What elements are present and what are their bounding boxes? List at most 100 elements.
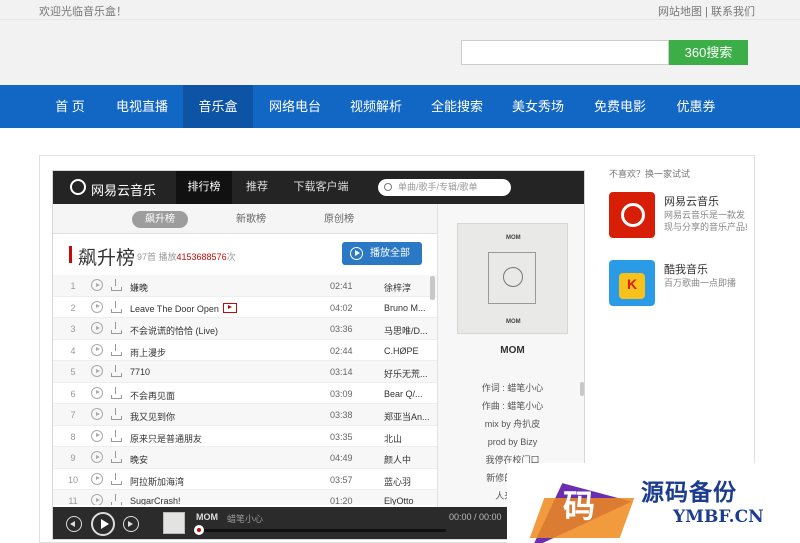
song-duration: 04:02 (330, 302, 353, 313)
app-kuwo-music[interactable]: K 酷我音乐 百万歌曲一点即播 (609, 260, 749, 308)
table-row[interactable]: 1 嫌晚 02:41 徐梓淳 (53, 275, 437, 297)
subtab-new-songs[interactable]: 新歌榜 (223, 211, 279, 228)
song-artist[interactable]: ElyOtto (384, 496, 432, 505)
song-name-text: 我又见到你 (130, 412, 176, 422)
play-icon[interactable] (91, 472, 103, 485)
download-icon[interactable] (110, 451, 122, 463)
song-artist[interactable]: 徐梓淳 (384, 281, 432, 294)
play-icon[interactable] (91, 279, 103, 291)
search-button[interactable]: 360搜索 (669, 40, 748, 65)
mv-icon[interactable] (222, 302, 237, 313)
song-index: 8 (70, 431, 76, 442)
song-index: 3 (70, 324, 76, 334)
download-icon[interactable] (110, 365, 122, 377)
table-row[interactable]: 11 SugarCrash! 01:20 ElyOtto (53, 490, 437, 505)
cover-text-top: MOM (506, 235, 521, 241)
nav-item-video-parse[interactable]: 视频解析 (343, 85, 409, 128)
play-icon[interactable] (91, 365, 103, 377)
song-artist[interactable]: 好乐无荒... (384, 367, 432, 380)
play-icon[interactable] (91, 300, 103, 313)
song-artist[interactable]: 郑亚当An... (384, 410, 432, 423)
contact-link[interactable]: 联系我们 (711, 6, 755, 18)
app-name[interactable]: 酷我音乐 (664, 261, 708, 277)
tab-charts[interactable]: 排行榜 (176, 171, 232, 204)
nav-item-tv-live[interactable]: 电视直播 (109, 85, 175, 128)
nav-item-search-all[interactable]: 全能搜索 (424, 85, 490, 128)
play-icon[interactable] (91, 451, 103, 463)
download-icon[interactable] (110, 408, 122, 420)
table-row[interactable]: 2 Leave The Door Open 04:02 Bruno M... (53, 297, 437, 318)
nav-item-home[interactable]: 首 页 (40, 85, 100, 128)
tab-download-client[interactable]: 下载客户端 (285, 171, 357, 204)
song-artist[interactable]: Bruno M... (384, 303, 432, 313)
cover-illustration (488, 252, 536, 304)
download-icon[interactable] (110, 494, 122, 505)
player-search-input[interactable]: 单曲/歌手/专辑/歌单 (378, 179, 511, 196)
play-icon[interactable] (91, 322, 103, 334)
song-name[interactable]: 不会说谎的恰恰 (Live) (130, 324, 320, 337)
nav-item-beauty-show[interactable]: 美女秀场 (505, 85, 571, 128)
sitemap-link[interactable]: 网站地图 (658, 6, 702, 18)
song-name[interactable]: 我又见到你 (130, 410, 320, 423)
progress-bar[interactable] (196, 529, 446, 532)
main-nav: 首 页 电视直播 音乐盒 网络电台 视频解析 全能搜索 美女秀场 免费电影 优惠… (0, 85, 800, 128)
netease-music-icon (609, 192, 655, 238)
lyrics-scrollbar[interactable] (580, 382, 584, 396)
play-icon[interactable] (91, 408, 103, 420)
song-name[interactable]: 晚安 (130, 453, 320, 466)
app-name[interactable]: 网易云音乐 (664, 193, 719, 209)
song-artist[interactable]: 北山 (384, 432, 432, 445)
download-icon[interactable] (110, 343, 122, 356)
app-netease-music[interactable]: 网易云音乐 网易云音乐是一款发现与分享的音乐产品! (609, 192, 749, 240)
table-row[interactable]: 6 不会再见面 03:09 Bear Q/... (53, 383, 437, 404)
table-row[interactable]: 8 原来只是普通朋友 03:35 北山 (53, 426, 437, 447)
table-row[interactable]: 9 晚安 04:49 颜人中 (53, 447, 437, 469)
song-name[interactable]: Leave The Door Open (130, 302, 320, 314)
song-name[interactable]: 阿拉斯加海湾 (130, 475, 320, 488)
table-row[interactable]: 10 阿拉斯加海湾 03:57 蓝心羽 (53, 469, 437, 490)
download-icon[interactable] (110, 386, 122, 399)
song-artist[interactable]: 蓝心羽 (384, 475, 432, 488)
song-list-scrollbar[interactable] (430, 276, 435, 300)
nav-item-coupons[interactable]: 优惠券 (668, 85, 724, 128)
search-input[interactable] (461, 40, 669, 65)
next-icon[interactable] (123, 516, 139, 532)
play-icon[interactable] (91, 512, 115, 536)
song-artist[interactable]: 马思唯/D... (384, 324, 432, 337)
play-icon[interactable] (91, 343, 103, 356)
nav-item-music-box[interactable]: 音乐盒 (183, 85, 253, 128)
table-row[interactable]: 5 7710 03:14 好乐无荒... (53, 361, 437, 383)
progress-knob[interactable] (194, 525, 204, 535)
song-index: 1 (70, 281, 76, 291)
table-row[interactable]: 4 雨上漫步 02:44 C.HØPE (53, 340, 437, 361)
song-name[interactable]: 原来只是普通朋友 (130, 432, 320, 445)
song-name-text: 7710 (130, 367, 151, 377)
play-icon[interactable] (91, 494, 103, 505)
song-artist[interactable]: 颜人中 (384, 453, 432, 466)
table-row[interactable]: 3 不会说谎的恰恰 (Live) 03:36 马思唯/D... (53, 318, 437, 340)
nav-item-radio[interactable]: 网络电台 (262, 85, 328, 128)
song-name[interactable]: 嫌晚 (130, 281, 320, 294)
tab-recommend[interactable]: 推荐 (237, 171, 277, 204)
subtab-soaring[interactable]: 飙升榜 (132, 211, 188, 228)
play-all-button[interactable]: 播放全部 (342, 242, 422, 265)
play-icon[interactable] (91, 429, 103, 442)
chart-subtabs: 飙升榜 新歌榜 原创榜 (53, 204, 437, 234)
table-row[interactable]: 7 我又见到你 03:38 郑亚当An... (53, 404, 437, 426)
subtab-original[interactable]: 原创榜 (311, 211, 367, 228)
song-name[interactable]: 7710 (130, 367, 320, 377)
download-icon[interactable] (110, 472, 122, 485)
song-name[interactable]: 雨上漫步 (130, 346, 320, 359)
song-name[interactable]: SugarCrash! (130, 496, 320, 505)
download-icon[interactable] (110, 322, 122, 334)
download-icon[interactable] (110, 279, 122, 291)
download-icon[interactable] (110, 429, 122, 442)
download-icon[interactable] (110, 300, 122, 313)
previous-icon[interactable] (66, 516, 82, 532)
play-icon[interactable] (91, 386, 103, 399)
nav-item-free-movies[interactable]: 免费电影 (587, 85, 653, 128)
song-name[interactable]: 不会再见面 (130, 389, 320, 402)
song-artist[interactable]: Bear Q/... (384, 389, 432, 399)
song-artist[interactable]: C.HØPE (384, 346, 432, 356)
player-topbar: 网易云音乐 排行榜 推荐 下载客户端 单曲/歌手/专辑/歌单 (53, 171, 584, 204)
